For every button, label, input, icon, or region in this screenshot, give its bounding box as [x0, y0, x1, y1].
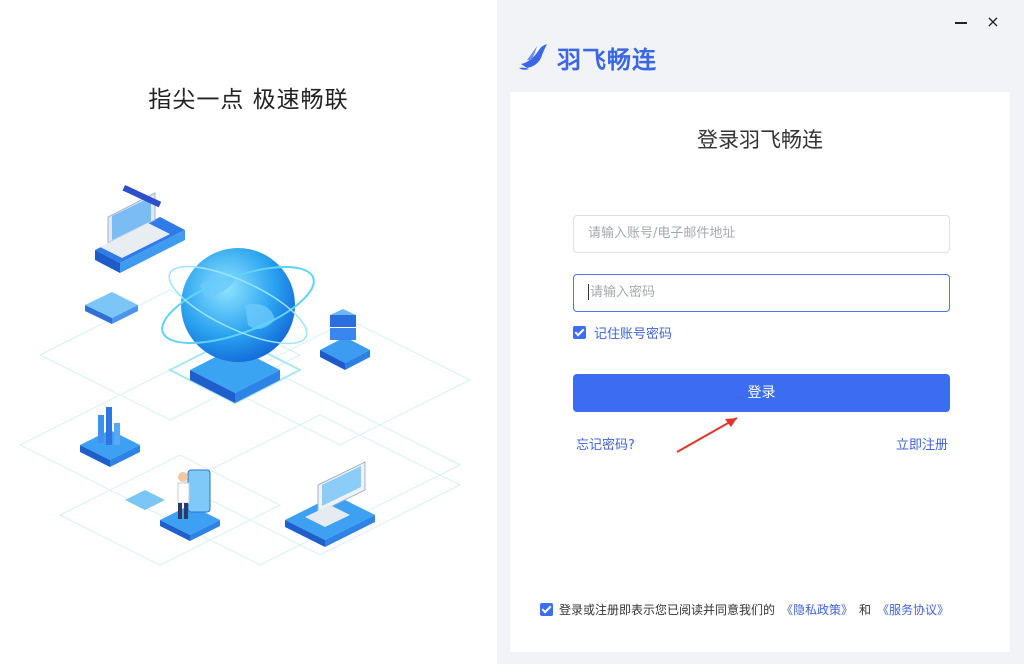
account-input[interactable]: 请输入账号/电子邮件地址	[573, 215, 950, 253]
brand: 羽飞畅连	[517, 40, 657, 75]
network-illustration	[20, 185, 472, 566]
minimize-button[interactable]	[952, 12, 970, 32]
password-input[interactable]: 请输入密码	[573, 274, 950, 312]
password-placeholder: 请输入密码	[590, 285, 656, 300]
red-arrow-annotation-icon	[676, 417, 738, 453]
login-window: 指尖一点 极速畅联 × 羽飞畅连 登录羽飞畅连 请输入账号/电子邮件地址 请输入…	[0, 0, 1024, 664]
bird-logo-icon	[519, 43, 547, 70]
close-button[interactable]: ×	[984, 12, 1002, 32]
login-title: 登录羽飞畅连	[697, 128, 823, 152]
privacy-policy-link[interactable]: 《隐私政策》	[781, 601, 853, 618]
login-panel: × 羽飞畅连 登录羽飞畅连 请输入账号/电子邮件地址 请输入密码 记住账号密码	[497, 0, 1024, 664]
window-controls: ×	[952, 12, 1002, 32]
globe-icon	[181, 248, 295, 362]
service-agreement-link[interactable]: 《服务协议》	[877, 601, 949, 618]
slogan: 指尖一点 极速畅联	[148, 87, 349, 113]
server-icon	[320, 309, 370, 370]
account-placeholder: 请输入账号/电子邮件地址	[588, 226, 736, 241]
person-icon	[160, 469, 220, 541]
remember-checkbox[interactable]	[573, 326, 586, 339]
register-link[interactable]: 立即注册	[896, 434, 948, 453]
minimize-icon	[955, 22, 967, 24]
agreement: 登录或注册即表示您已阅读并同意我们的 《隐私政策》 和 《服务协议》	[540, 601, 949, 618]
login-card: 登录羽飞畅连 请输入账号/电子邮件地址 请输入密码 记住账号密码 登录 忘记密码…	[510, 92, 1010, 652]
forgot-password-link[interactable]: 忘记密码?	[576, 434, 635, 453]
agreement-and: 和	[859, 603, 872, 617]
text-caret	[588, 283, 589, 300]
remember-label: 记住账号密码	[594, 327, 673, 342]
agreement-checkbox[interactable]	[540, 603, 553, 616]
login-button[interactable]: 登录	[573, 374, 950, 412]
bar-chart-icon	[80, 407, 140, 467]
brand-name: 羽飞畅连	[557, 46, 657, 74]
agreement-text: 登录或注册即表示您已阅读并同意我们的	[559, 603, 776, 617]
promo-panel: 指尖一点 极速畅联	[0, 0, 497, 664]
remember-password[interactable]: 记住账号密码	[573, 323, 672, 342]
laptop-icon	[95, 185, 185, 273]
